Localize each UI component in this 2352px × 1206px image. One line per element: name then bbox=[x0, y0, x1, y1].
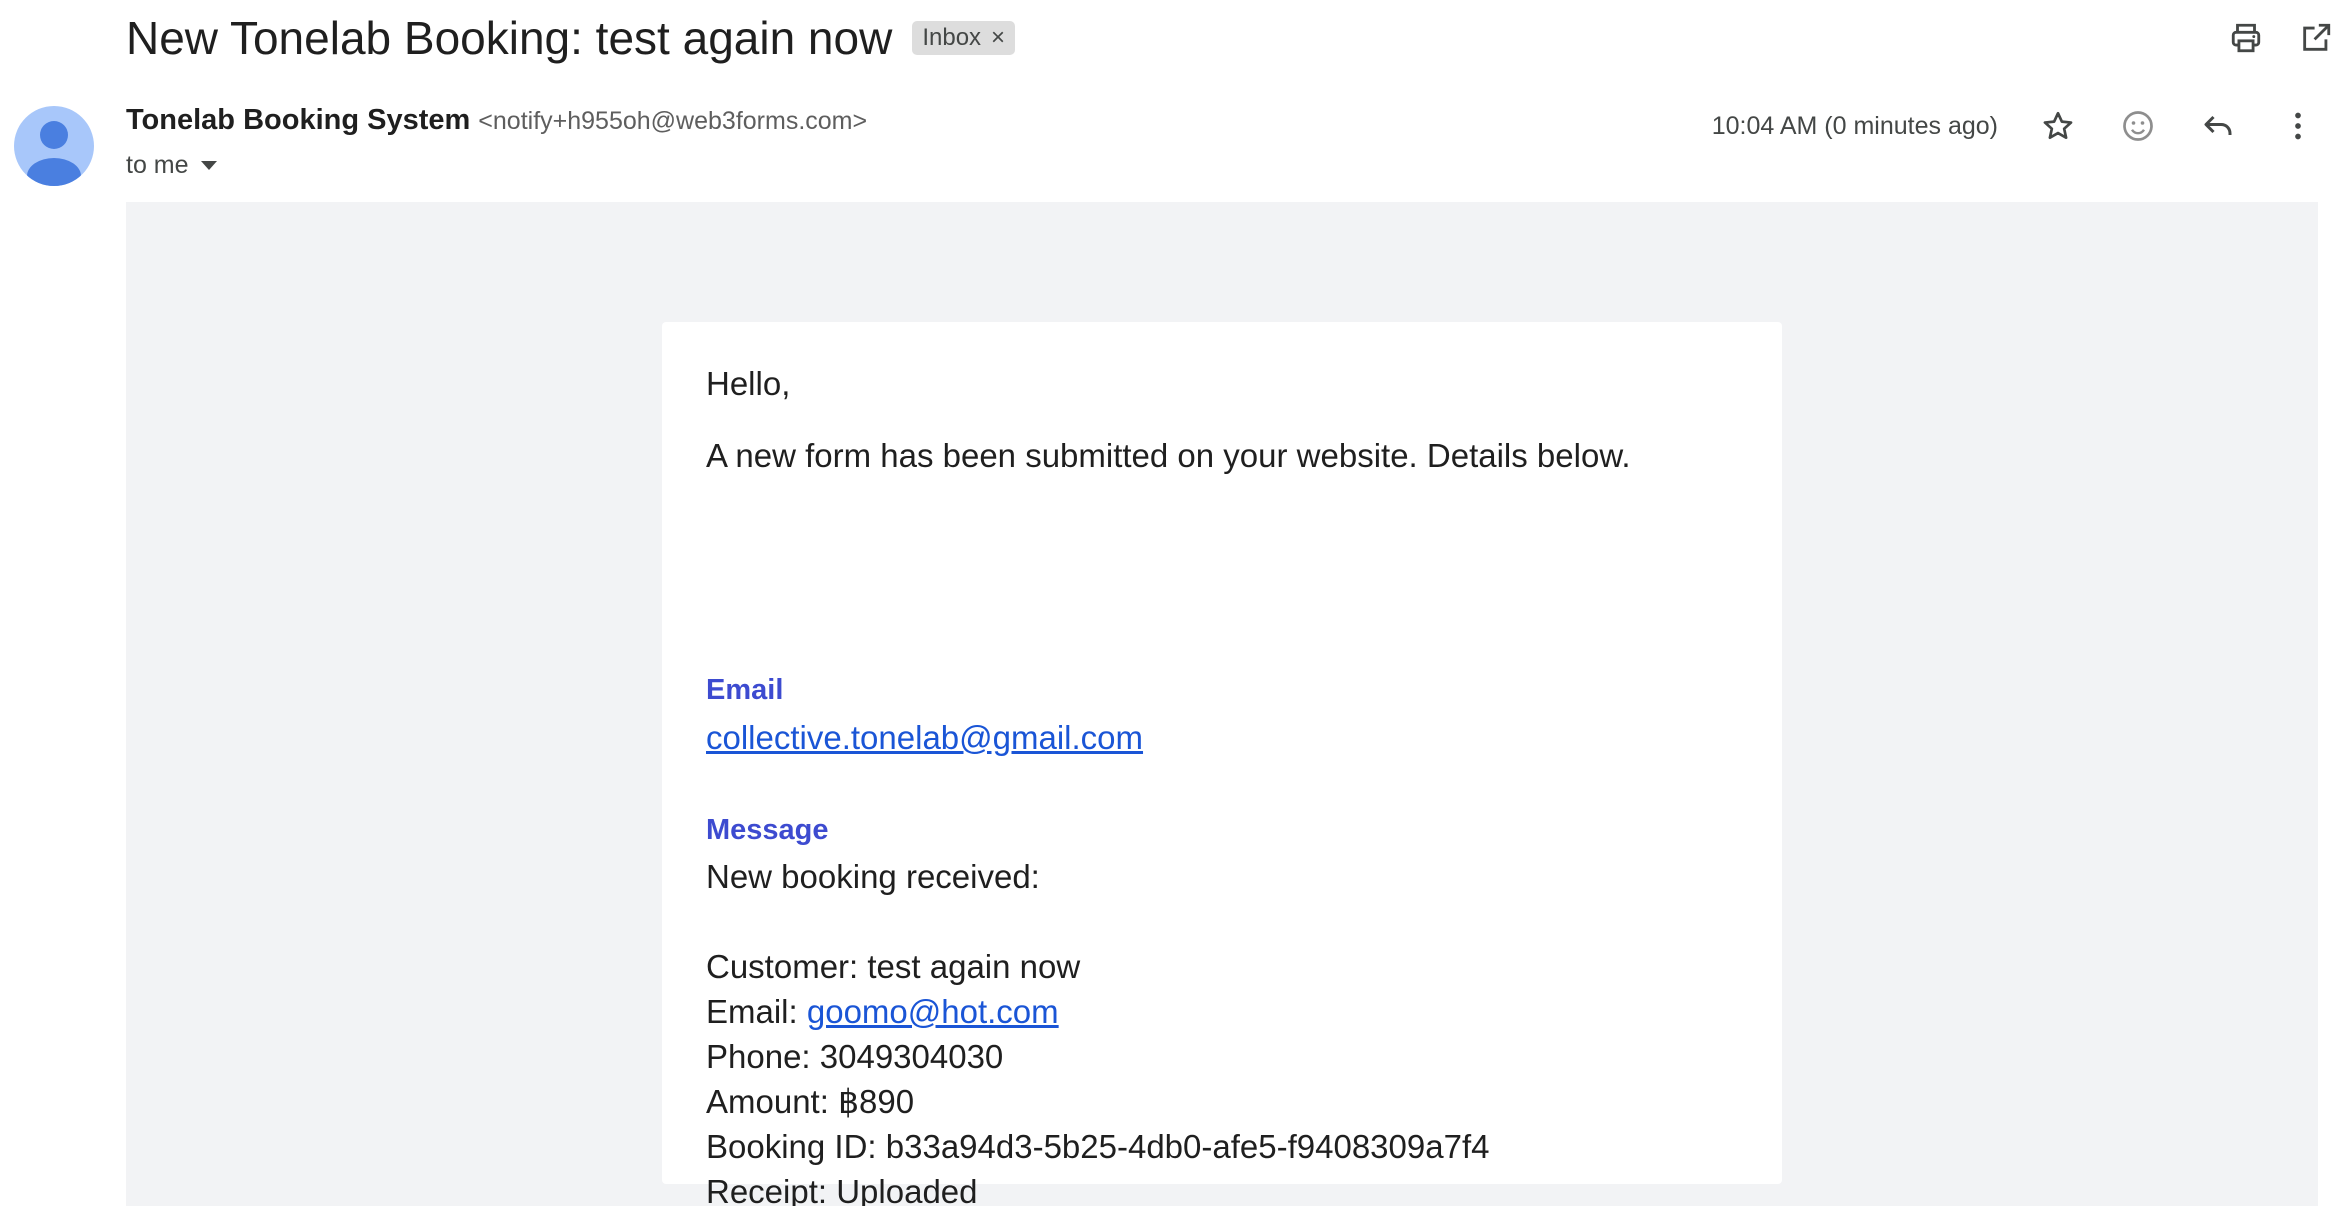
message-heading: New booking received: bbox=[706, 858, 1040, 895]
recipient-text: to me bbox=[126, 150, 189, 179]
chevron-down-icon bbox=[200, 160, 217, 170]
avatar-person-icon bbox=[27, 121, 81, 186]
emoji-reaction-button[interactable] bbox=[2114, 102, 2162, 150]
right-gutter bbox=[2318, 202, 2352, 1206]
sender-line: Tonelab Booking System <notify+h955oh@we… bbox=[126, 104, 867, 144]
email-field-value: collective.tonelab@gmail.com bbox=[706, 716, 1143, 760]
print-icon bbox=[2231, 23, 2261, 53]
open-in-new-window-icon bbox=[2303, 23, 2331, 51]
reply-icon bbox=[2204, 115, 2232, 135]
greeting-text: Hello, bbox=[706, 365, 791, 402]
email-value-link[interactable]: collective.tonelab@gmail.com bbox=[706, 719, 1143, 756]
customer-email-prefix: Email: bbox=[706, 993, 807, 1030]
email-view: New Tonelab Booking: test again now Inbo… bbox=[0, 0, 2352, 1206]
email-content-card: Hello, A new form has been submitted on … bbox=[662, 322, 1782, 1206]
amount-line: Amount: ฿890 bbox=[706, 1083, 915, 1120]
customer-line: Customer: test again now bbox=[706, 948, 1081, 985]
message-body: New booking received: Customer: test aga… bbox=[706, 854, 1489, 1206]
sender-avatar[interactable] bbox=[14, 106, 94, 186]
email-body-background: Hello, A new form has been submitted on … bbox=[126, 202, 2318, 1206]
customer-email-link[interactable]: goomo@hot.com bbox=[807, 993, 1059, 1030]
message-field-label: Message bbox=[706, 814, 829, 846]
more-options-button[interactable] bbox=[2274, 102, 2322, 150]
top-actions bbox=[2222, 14, 2352, 62]
star-button[interactable] bbox=[2034, 102, 2082, 150]
subject-row: New Tonelab Booking: test again now Inbo… bbox=[126, 6, 1016, 70]
more-vert-icon bbox=[2295, 112, 2301, 140]
customer-email-line: Email: goomo@hot.com bbox=[706, 989, 1489, 1034]
print-all-button[interactable] bbox=[2222, 14, 2270, 62]
open-in-new-window-button[interactable] bbox=[2292, 14, 2340, 62]
star-icon bbox=[2043, 111, 2073, 140]
inbox-label-chip[interactable]: Inbox × bbox=[912, 21, 1016, 55]
phone-line: Phone: 3049304030 bbox=[706, 1038, 1004, 1075]
email-subject: New Tonelab Booking: test again now bbox=[126, 12, 893, 64]
sender-name[interactable]: Tonelab Booking System bbox=[126, 104, 470, 137]
sender-email: <notify+h955oh@web3forms.com> bbox=[478, 107, 868, 135]
label-text: Inbox bbox=[922, 24, 982, 51]
intro-text: A new form has been submitted on your we… bbox=[706, 437, 1631, 474]
recipient-details-toggle[interactable]: to me bbox=[126, 148, 217, 182]
reply-button[interactable] bbox=[2194, 102, 2242, 150]
email-field-label: Email bbox=[706, 674, 784, 706]
remove-label-button[interactable]: × bbox=[991, 26, 1005, 50]
email-timestamp: 10:04 AM (0 minutes ago) bbox=[1711, 112, 1998, 140]
booking-id-line: Booking ID: b33a94d3-5b25-4db0-afe5-f940… bbox=[706, 1128, 1490, 1165]
emoji-reaction-icon bbox=[2123, 111, 2153, 141]
receipt-line: Receipt: Uploaded bbox=[706, 1173, 978, 1206]
